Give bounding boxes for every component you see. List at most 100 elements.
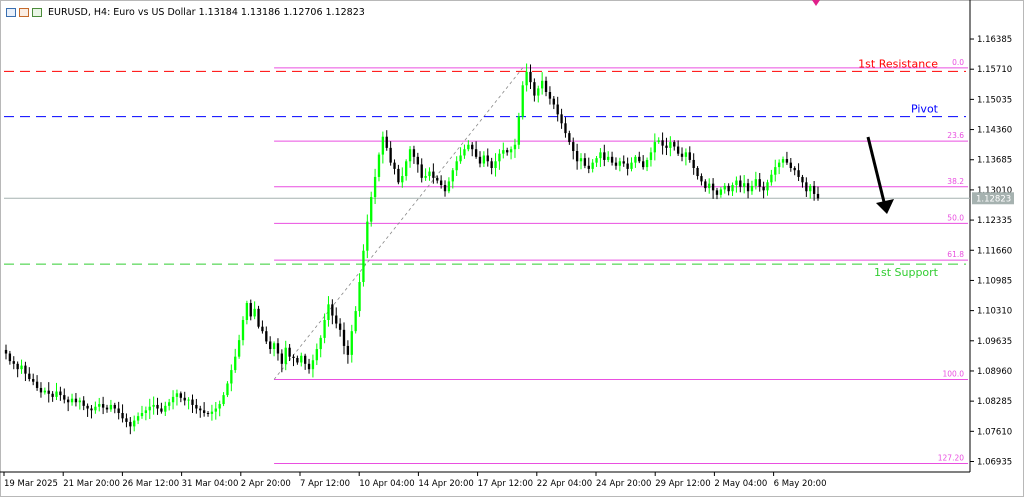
bear-candle — [704, 181, 707, 189]
bear-candle — [529, 71, 532, 83]
bear-candle — [700, 176, 703, 182]
time-tick-label: 6 May 20:00 — [774, 479, 827, 489]
bull-candle — [350, 331, 353, 355]
bull-candle — [669, 142, 672, 148]
bear-candle — [4, 349, 8, 354]
bull-candle — [754, 179, 758, 186]
bear-candle — [346, 345, 350, 355]
bull-candle — [175, 393, 179, 397]
bull-candle — [579, 158, 583, 162]
bear-candle — [801, 176, 804, 183]
bull-candle — [494, 161, 497, 168]
bear-candle — [661, 140, 664, 146]
bear-candle — [269, 341, 272, 350]
bull-candle — [377, 154, 381, 177]
bull-candle — [451, 170, 454, 182]
price-tick-label: 1.08285 — [977, 397, 1012, 407]
bear-candle — [249, 303, 252, 317]
bear-candle — [206, 412, 210, 414]
bear-candle — [762, 186, 765, 191]
price-tick-label: 1.10310 — [977, 307, 1012, 317]
bull-candle — [537, 88, 540, 96]
bull-candle — [241, 320, 245, 341]
bull-candle — [226, 383, 229, 396]
bear-candle — [8, 353, 12, 362]
bear-candle — [288, 347, 291, 357]
bear-candle — [506, 150, 509, 153]
bull-candle — [428, 171, 431, 177]
chart-header: EURUSD, H4: Euro vs US Dollar 1.13184 1.… — [6, 7, 365, 18]
current-price-label: 1.12823 — [976, 194, 1011, 204]
bear-candle — [261, 326, 264, 332]
bull-candle — [657, 140, 660, 143]
bear-candle — [614, 162, 618, 166]
bear-candle — [665, 145, 668, 148]
bull-candle — [168, 402, 171, 406]
bull-candle — [327, 304, 330, 320]
bull-candle — [218, 404, 221, 409]
bear-candle — [805, 182, 808, 192]
bear-candle — [117, 408, 120, 413]
bear-candle — [533, 82, 536, 96]
time-tick-label: 24 Apr 20:00 — [596, 479, 651, 489]
bull-candle — [237, 340, 241, 357]
fibo-level-label: 50.0 — [947, 213, 964, 222]
fibo-level-label: 23.6 — [947, 131, 964, 140]
bear-candle — [280, 353, 284, 364]
bear-candle — [397, 168, 400, 183]
down-arrow-icon — [866, 136, 886, 203]
bear-candle — [292, 356, 295, 358]
bear-candle — [548, 92, 552, 99]
bear-candle — [420, 164, 423, 178]
time-tick-label: 22 Apr 04:00 — [537, 479, 592, 489]
time-tick-label: 2 May 04:00 — [714, 479, 767, 489]
bull-candle — [152, 404, 155, 407]
bull-candle — [164, 405, 167, 412]
bear-candle — [338, 323, 342, 330]
bull-candle — [405, 161, 408, 177]
bull-candle — [513, 144, 517, 150]
bull-candle — [366, 221, 369, 251]
bear-candle — [758, 179, 761, 187]
bear-candle — [560, 114, 563, 124]
time-tick-label: 7 Apr 12:00 — [300, 479, 350, 489]
bull-candle — [766, 182, 769, 191]
bear-candle — [59, 391, 62, 396]
bear-candle — [303, 355, 307, 364]
bear-candle — [191, 399, 194, 405]
bull-candle — [781, 159, 785, 163]
bear-candle — [257, 308, 260, 327]
chart-window-icon[interactable] — [6, 8, 16, 17]
bull-candle — [525, 71, 528, 86]
bull-candle — [645, 159, 649, 168]
bull-candle — [253, 308, 256, 317]
bull-candle — [809, 185, 812, 192]
bull-candle — [684, 152, 688, 157]
price-chart[interactable]: 1.163851.157101.150351.143601.136851.130… — [0, 0, 1024, 497]
bull-candle — [540, 80, 544, 89]
bull-candle — [653, 142, 656, 153]
bear-candle — [86, 405, 89, 409]
price-tick-label: 1.12335 — [977, 216, 1012, 226]
bull-candle — [323, 320, 326, 338]
bear-candle — [638, 156, 641, 162]
bull-candle — [401, 176, 404, 183]
bear-candle — [688, 152, 691, 160]
bull-candle — [140, 412, 144, 417]
bear-candle — [673, 142, 676, 147]
bear-candle — [265, 331, 268, 342]
bear-candle — [793, 168, 796, 171]
bear-candle — [183, 397, 186, 401]
bear-candle — [626, 163, 629, 169]
bear-candle — [572, 142, 575, 152]
data-window-icon[interactable] — [19, 8, 29, 17]
bear-candle — [797, 170, 800, 177]
bear-candle — [342, 329, 346, 346]
bear-candle — [610, 156, 614, 163]
bull-candle — [521, 85, 524, 117]
bull-candle — [20, 365, 23, 370]
bull-candle — [109, 404, 113, 410]
bear-candle — [74, 398, 78, 403]
indicator-window-icon[interactable] — [32, 8, 42, 17]
bull-candle — [634, 156, 637, 163]
